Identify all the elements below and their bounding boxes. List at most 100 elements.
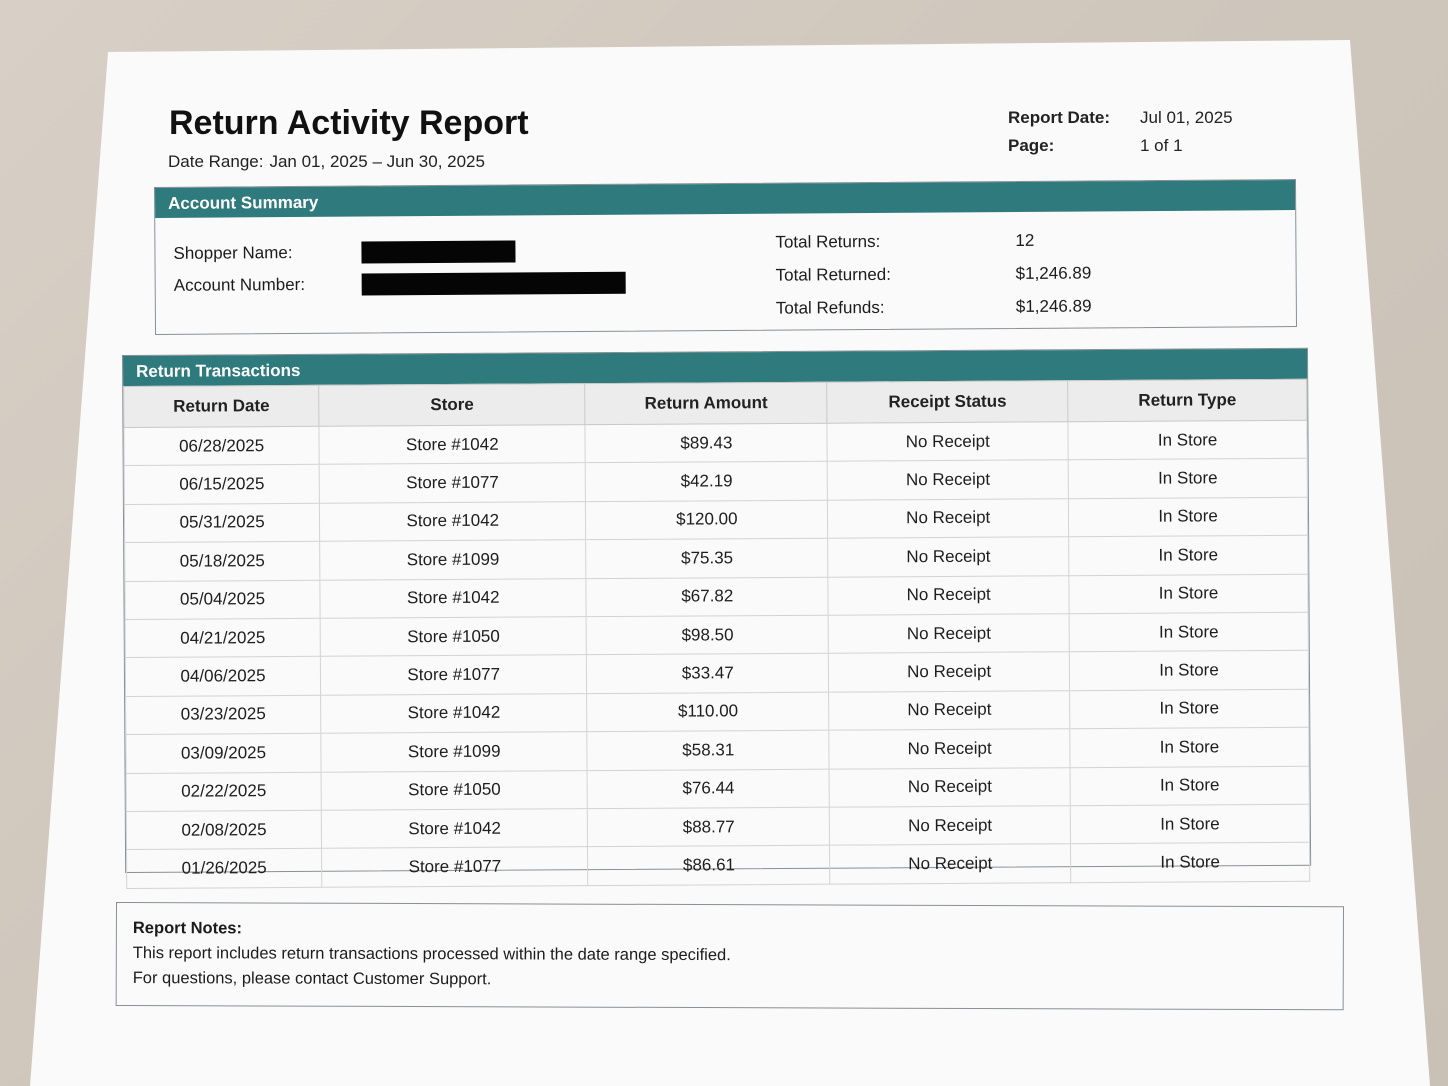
total-returned-row: Total Returned: $1,246.89 — [776, 256, 1092, 291]
account-summary-heading: Account Summary — [155, 180, 1296, 218]
account-summary-section: Account Summary Shopper Name: Account Nu… — [154, 179, 1298, 335]
return-date-cell: 03/09/2025 — [125, 733, 322, 773]
total-refunds-label: Total Refunds: — [775, 297, 885, 318]
total-returns-row: Total Returns: 12 — [775, 223, 1091, 258]
return-date-cell: 04/21/2025 — [125, 618, 321, 658]
return-amount-cell: $89.43 — [585, 423, 828, 464]
return-date-cell: 06/28/2025 — [123, 426, 320, 466]
return-amount-cell: $88.77 — [587, 807, 830, 847]
date-range: Date Range: Jan 01, 2025 – Jun 30, 2025 — [168, 152, 485, 172]
return-date-cell: 02/22/2025 — [126, 771, 322, 812]
report-page: Return Activity Report Date Range: Jan 01… — [30, 40, 1430, 1086]
store-cell: Store #1042 — [320, 693, 588, 734]
account-number-row: Account Number: — [174, 267, 626, 302]
return-type-cell: In Store — [1069, 688, 1309, 729]
return-amount-cell: $86.61 — [587, 845, 831, 886]
page-row: Page: 1 of 1 — [1008, 132, 1233, 160]
receipt-status-cell: No Receipt — [828, 613, 1070, 654]
total-returns-value: 12 — [1015, 230, 1035, 250]
return-date-cell: 06/15/2025 — [124, 464, 320, 505]
return-date-cell: 01/26/2025 — [126, 848, 322, 889]
receipt-status-cell: No Receipt — [827, 421, 1069, 462]
return-type-cell: In Store — [1069, 612, 1309, 653]
page-value: 1 of 1 — [1140, 136, 1183, 155]
report-notes-line-2: For questions, please contact Customer S… — [132, 969, 492, 989]
receipt-status-cell: No Receipt — [827, 536, 1069, 577]
return-amount-cell: $58.31 — [587, 730, 830, 771]
return-amount-cell: $76.44 — [587, 768, 830, 809]
account-number-label: Account Number: — [173, 274, 306, 295]
report-date-label: Report Date: — [1008, 108, 1111, 127]
receipt-status-cell: No Receipt — [829, 844, 1071, 884]
date-range-label: Date Range: — [168, 152, 264, 171]
receipt-status-cell: No Receipt — [829, 805, 1071, 846]
store-cell: Store #1042 — [319, 501, 587, 542]
store-cell: Store #1077 — [319, 463, 586, 504]
shopper-name-label: Shopper Name: — [173, 243, 293, 263]
store-cell: Store #1050 — [321, 770, 588, 811]
report-meta: Report Date: Jul 01, 2025 Page: 1 of 1 — [1008, 104, 1233, 160]
return-type-cell: In Store — [1069, 650, 1309, 691]
return-transactions-section: Return Transactions Return Date Store Re… — [122, 347, 1312, 889]
receipt-status-cell: No Receipt — [828, 652, 1070, 692]
return-type-cell: In Store — [1068, 573, 1309, 614]
store-cell: Store #1042 — [319, 424, 586, 465]
return-type-cell: In Store — [1070, 842, 1310, 883]
column-header-store: Store — [318, 383, 586, 427]
return-type-cell: In Store — [1068, 458, 1308, 499]
page-label: Page: — [1008, 136, 1055, 155]
return-type-cell: In Store — [1070, 804, 1310, 845]
column-header-return-amount: Return Amount — [585, 382, 828, 425]
table-row: 01/26/2025 Store #1077 $86.61 No Receipt In … — [126, 842, 1310, 889]
shopper-name-redaction — [361, 240, 516, 264]
transactions-body: 06/28/2025 Store #1042 $89.43 No Receipt In … — [123, 420, 1310, 889]
account-number-redaction — [361, 271, 626, 296]
return-amount-cell: $67.82 — [586, 576, 829, 617]
report-notes-section: Report Notes: This report includes retur… — [115, 902, 1344, 1011]
store-cell: Store #1042 — [321, 808, 588, 849]
return-date-cell: 05/04/2025 — [124, 579, 321, 620]
return-amount-cell: $120.00 — [585, 499, 828, 540]
return-date-cell: 04/06/2025 — [125, 656, 321, 697]
report-date-row: Report Date: Jul 01, 2025 — [1008, 104, 1233, 132]
return-type-cell: In Store — [1069, 727, 1310, 768]
column-header-receipt-status: Receipt Status — [826, 380, 1069, 424]
store-cell: Store #1077 — [321, 846, 589, 887]
return-amount-cell: $33.47 — [586, 653, 829, 694]
shopper-name-row: Shopper Name: — [173, 235, 625, 270]
return-date-cell: 05/18/2025 — [124, 541, 321, 582]
return-type-cell: In Store — [1068, 497, 1308, 537]
column-header-return-date: Return Date — [123, 385, 320, 428]
store-cell: Store #1099 — [320, 731, 588, 772]
return-type-cell: In Store — [1070, 765, 1310, 806]
store-cell: Store #1077 — [320, 655, 587, 696]
return-amount-cell: $110.00 — [586, 691, 830, 732]
report-date-value: Jul 01, 2025 — [1140, 108, 1233, 127]
return-date-cell: 03/23/2025 — [125, 695, 321, 735]
return-date-cell: 05/31/2025 — [124, 503, 320, 543]
return-amount-cell: $98.50 — [586, 615, 829, 656]
total-returned-label: Total Returned: — [775, 264, 891, 285]
date-range-value: Jan 01, 2025 – Jun 30, 2025 — [269, 152, 485, 171]
total-returns-label: Total Returns: — [775, 231, 881, 252]
return-amount-cell: $42.19 — [585, 461, 828, 502]
receipt-status-cell: No Receipt — [828, 575, 1070, 616]
total-refunds-row: Total Refunds: $1,246.89 — [776, 289, 1092, 324]
column-header-return-type: Return Type — [1067, 379, 1307, 422]
return-type-cell: In Store — [1068, 420, 1308, 461]
account-identity: Shopper Name: Account Number: — [173, 235, 626, 302]
table-header-row: Return Date Store Return Amount Receipt … — [123, 379, 1307, 428]
receipt-status-cell: No Receipt — [827, 460, 1069, 500]
receipt-status-cell: No Receipt — [829, 728, 1071, 769]
return-date-cell: 02/08/2025 — [126, 810, 322, 850]
transactions-table: Return Date Store Return Amount Receipt … — [123, 379, 1310, 889]
receipt-status-cell: No Receipt — [829, 767, 1071, 808]
total-returned-value: $1,246.89 — [1015, 262, 1092, 283]
return-amount-cell: $75.35 — [586, 538, 829, 579]
store-cell: Store #1050 — [320, 616, 587, 657]
total-refunds-value: $1,246.89 — [1015, 295, 1092, 316]
account-totals: Total Returns: 12 Total Returned: $1,246… — [775, 223, 1091, 324]
receipt-status-cell: No Receipt — [827, 498, 1069, 539]
store-cell: Store #1042 — [320, 578, 587, 619]
report-title: Return Activity Report — [169, 104, 529, 142]
